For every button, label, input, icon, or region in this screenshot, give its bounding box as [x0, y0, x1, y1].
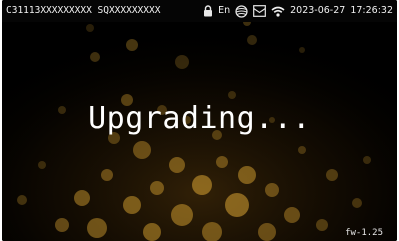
globe-icon: [235, 4, 248, 18]
device-screen: C31113XXXXXXXXX SQXXXXXXXXX En 2023-06-2…: [2, 0, 397, 241]
status-bar: C31113XXXXXXXXX SQXXXXXXXXX En 2023-06-2…: [2, 0, 397, 22]
bokeh-dot: [265, 183, 279, 197]
message-icon: [253, 5, 267, 17]
bokeh-dot: [133, 141, 151, 159]
bokeh-dot: [90, 52, 100, 62]
bokeh-dot: [175, 55, 189, 69]
wifi-icon: [271, 6, 285, 17]
bokeh-dot: [123, 196, 141, 214]
bokeh-dot: [17, 195, 27, 205]
status-time: 17:26:32: [350, 5, 393, 16]
bokeh-dot: [326, 169, 338, 181]
bokeh-dot: [298, 146, 306, 154]
firmware-version: fw-1.25: [345, 228, 383, 238]
bokeh-dot: [225, 193, 249, 217]
bokeh-dot: [363, 156, 371, 164]
bokeh-dot: [169, 157, 185, 173]
lock-icon: [203, 5, 213, 17]
bokeh-dot: [150, 181, 164, 195]
bokeh-dot: [38, 161, 46, 169]
bokeh-dot: [192, 175, 212, 195]
bokeh-dot: [86, 24, 94, 32]
bokeh-dot: [247, 35, 257, 45]
bokeh-dot: [258, 223, 276, 241]
device-ids: C31113XXXXXXXXX SQXXXXXXXXX: [6, 5, 161, 16]
language-indicator[interactable]: En: [218, 0, 230, 22]
bokeh-dot: [87, 218, 107, 238]
status-date: 2023-06-27: [290, 5, 346, 16]
bokeh-dot: [216, 156, 228, 168]
bokeh-dot: [143, 223, 161, 241]
bokeh-dot: [238, 166, 256, 184]
upgrade-message: Upgrading...: [88, 101, 311, 136]
bokeh-dot: [299, 47, 305, 53]
bokeh-dot: [101, 169, 113, 181]
bokeh-dot: [74, 190, 90, 206]
bokeh-dot: [316, 219, 328, 231]
bokeh-dot: [126, 39, 138, 51]
bokeh-dot: [171, 204, 193, 226]
bokeh-dot: [352, 198, 362, 208]
bokeh-dot: [284, 207, 300, 223]
bokeh-dot: [55, 218, 69, 232]
status-indicators: En 2023-06-27 17:26:32: [203, 0, 393, 22]
